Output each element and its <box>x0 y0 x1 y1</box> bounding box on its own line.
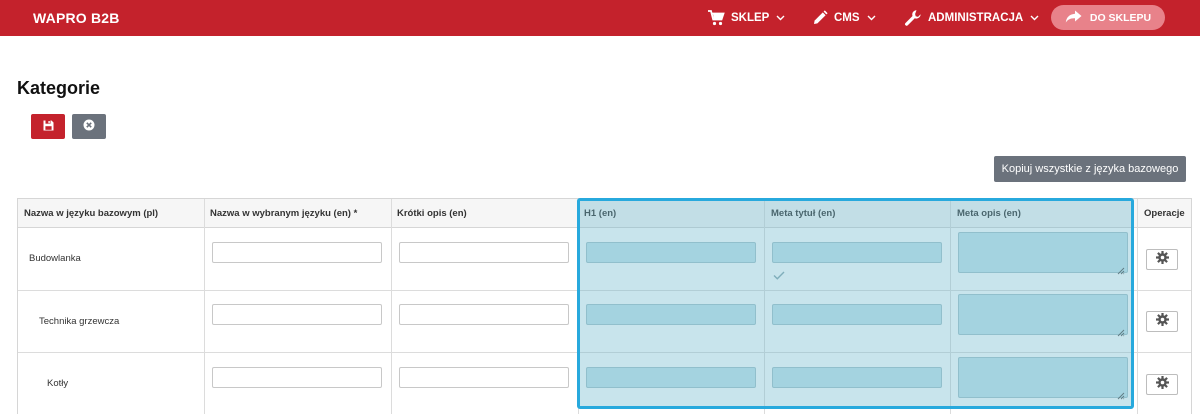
chevron-down-icon <box>1030 15 1039 21</box>
name-en-input[interactable] <box>212 242 382 263</box>
meta-description-en-textarea[interactable] <box>958 357 1128 400</box>
nav-label-administracja: ADMINISTRACJA <box>928 12 1024 24</box>
name-en-input[interactable] <box>212 304 382 325</box>
go-to-store-button[interactable]: DO SKLEPU <box>1051 5 1165 30</box>
column-header: Nazwa w języku bazowym (pl) <box>24 208 159 219</box>
h1-en-input[interactable] <box>586 367 756 388</box>
name-en-input[interactable] <box>212 367 382 388</box>
row-settings-button[interactable] <box>1146 249 1178 270</box>
share-arrow-icon <box>1065 10 1082 26</box>
store-button-label: DO SKLEPU <box>1089 11 1152 24</box>
close-circle-icon <box>83 118 95 136</box>
h1-en-input[interactable] <box>586 304 756 325</box>
floppy-disk-icon <box>43 118 54 136</box>
pencil-icon <box>812 10 828 26</box>
category-name: Technika grzewcza <box>39 316 120 327</box>
short-description-en-input[interactable] <box>399 304 569 325</box>
nav-item-cms[interactable]: CMS <box>812 0 876 36</box>
save-button[interactable] <box>31 114 65 139</box>
meta-title-en-input[interactable] <box>772 367 942 388</box>
cart-icon <box>707 10 725 26</box>
chevron-down-icon <box>867 15 876 21</box>
short-description-en-input[interactable] <box>399 242 569 263</box>
meta-title-en-input[interactable] <box>772 242 942 263</box>
nav-item-administracja[interactable]: ADMINISTRACJA <box>904 0 1039 36</box>
nav-label-cms: CMS <box>834 12 860 24</box>
row-settings-button[interactable] <box>1146 311 1178 332</box>
column-header: H1 (en) <box>584 208 617 219</box>
meta-description-en-textarea[interactable] <box>958 232 1128 275</box>
checkmark-icon <box>773 267 785 285</box>
page-title: Kategorie <box>17 78 101 98</box>
meta-description-en-textarea[interactable] <box>958 294 1128 337</box>
gear-icon <box>1155 312 1169 331</box>
column-header: Nazwa w wybranym języku (en) * <box>210 208 358 219</box>
resize-handle-icon[interactable] <box>1117 387 1125 400</box>
gear-icon <box>1155 375 1169 394</box>
wrench-icon <box>904 9 922 27</box>
resize-handle-icon[interactable] <box>1117 262 1125 275</box>
nav-label-sklep: SKLEP <box>731 12 770 24</box>
category-name: Budowlanka <box>29 253 81 264</box>
resize-handle-icon[interactable] <box>1117 324 1125 337</box>
cancel-button[interactable] <box>72 114 106 139</box>
column-header: Meta opis (en) <box>957 208 1021 219</box>
row-settings-button[interactable] <box>1146 374 1178 395</box>
nav-item-sklep[interactable]: SKLEP <box>707 0 785 36</box>
top-navbar: WAPRO B2B SKLEP CMS ADMINISTRACJA DO SKL… <box>0 0 1200 36</box>
categories-table: Nazwa w języku bazowym (pl) Nazwa w wybr… <box>17 198 1192 414</box>
chevron-down-icon <box>776 15 785 21</box>
column-header: Meta tytuł (en) <box>771 208 836 219</box>
gear-icon <box>1155 250 1169 269</box>
copy-from-base-language-button[interactable]: Kopiuj wszystkie z języka bazowego <box>994 156 1186 182</box>
h1-en-input[interactable] <box>586 242 756 263</box>
column-header: Operacje <box>1144 208 1185 219</box>
column-header: Krótki opis (en) <box>397 208 467 219</box>
short-description-en-input[interactable] <box>399 367 569 388</box>
brand-logo[interactable]: WAPRO B2B <box>33 10 120 26</box>
category-name: Kotły <box>47 378 69 389</box>
meta-title-en-input[interactable] <box>772 304 942 325</box>
